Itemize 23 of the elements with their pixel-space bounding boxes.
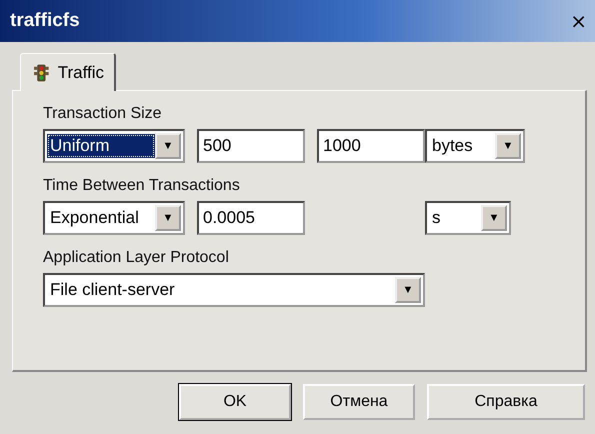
- dropdown-value: bytes: [431, 135, 474, 157]
- dropdown-value: Exponential: [49, 207, 140, 229]
- dropdown[interactable]: bytes ▼: [425, 129, 525, 163]
- input-field[interactable]: 500: [197, 129, 305, 163]
- tab[interactable]: Traffic: [20, 53, 116, 91]
- field-label: Time Between Transactions: [43, 177, 241, 196]
- dropdown[interactable]: Exponential ▼: [43, 201, 185, 235]
- dropdown-value: s: [431, 207, 442, 229]
- dropdown[interactable]: File client-server ▼: [43, 273, 425, 307]
- field-label: Application Layer Protocol: [43, 249, 230, 268]
- field-label: Transaction Size: [43, 105, 163, 124]
- dropdown[interactable]: s ▼: [425, 201, 511, 235]
- close-button[interactable]: ×: [568, 12, 589, 30]
- traffic-light-icon: [33, 62, 50, 82]
- dialog-button[interactable]: Отмена: [303, 384, 415, 420]
- dropdown[interactable]: Uniform ▼: [43, 129, 185, 163]
- input-field[interactable]: 0.0005: [197, 201, 305, 235]
- window-title: trafficfs: [10, 10, 80, 32]
- dropdown-value: Uniform: [47, 134, 155, 158]
- dropdown-value: File client-server: [49, 279, 176, 301]
- dialog-button[interactable]: Справка: [427, 384, 585, 420]
- input-field[interactable]: 1000: [317, 129, 425, 163]
- dialog-button[interactable]: OK: [179, 384, 291, 420]
